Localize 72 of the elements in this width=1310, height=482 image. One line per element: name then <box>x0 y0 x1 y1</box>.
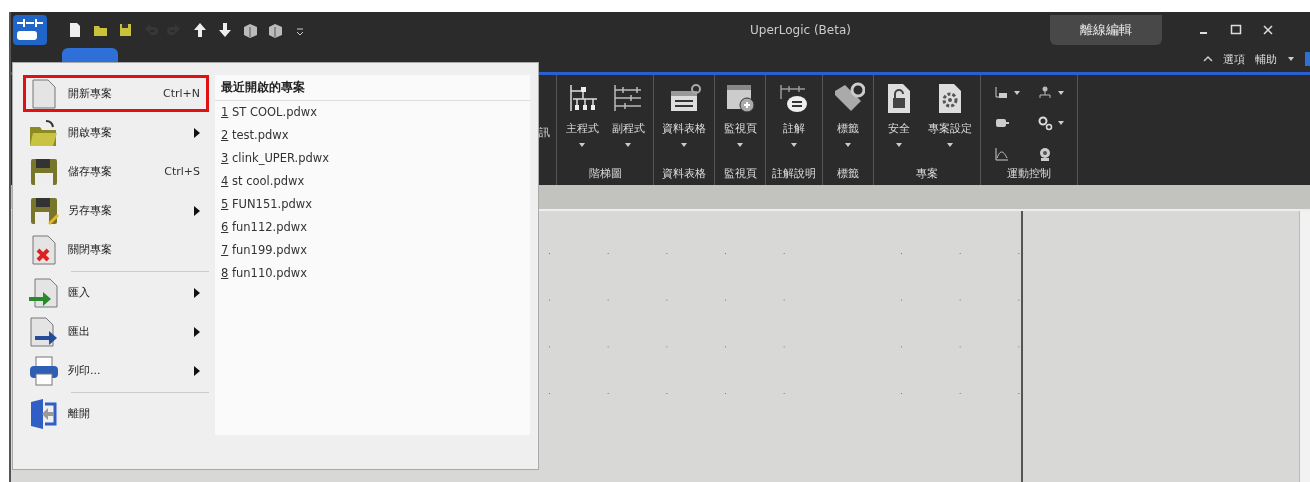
upload-icon[interactable] <box>242 21 258 39</box>
scrollbar[interactable] <box>1299 211 1310 482</box>
group-label: 專案 <box>916 166 938 181</box>
recent-file[interactable]: 7 fun199.pdwx <box>215 239 530 262</box>
recent-file[interactable]: 4 st cool.pdwx <box>215 170 530 193</box>
ribbon-button[interactable]: 註解 <box>775 81 813 166</box>
group-label: 階梯圖 <box>588 166 622 181</box>
download-icon[interactable] <box>267 21 283 39</box>
ribbon-button[interactable]: 副程式 <box>609 81 647 166</box>
close-icon[interactable] <box>1262 24 1274 36</box>
help-menu[interactable]: 輔助 <box>1255 51 1277 67</box>
submenu-arrow-icon <box>193 365 200 376</box>
exit-file-icon <box>28 397 60 430</box>
caret-icon <box>895 142 903 148</box>
servo-icon <box>1037 145 1053 162</box>
group-label: 資料表格 <box>662 166 706 181</box>
caret-icon <box>790 142 798 148</box>
mode-badge: 離線編輯 <box>1050 15 1162 45</box>
chart-icon <box>993 145 1009 162</box>
print-file-icon <box>28 354 60 387</box>
caret-icon <box>680 142 688 148</box>
import-file-icon <box>28 276 60 309</box>
window-title: UperLogic (Beta) <box>750 23 852 37</box>
caret-icon <box>736 142 744 148</box>
group-label: 運動控制 <box>1007 166 1051 181</box>
caret-icon[interactable] <box>1287 56 1295 62</box>
submenu-arrow-icon <box>193 287 200 298</box>
submenu-arrow-icon <box>193 127 200 138</box>
menu-item[interactable]: 匯出 <box>23 313 209 350</box>
submenu-arrow-icon <box>193 205 200 216</box>
caret-icon <box>946 142 954 148</box>
menu-item[interactable]: 關閉專案 <box>23 231 209 268</box>
ribbon-button[interactable]: 訊 <box>539 125 550 140</box>
new-icon[interactable] <box>67 21 83 39</box>
ribbon-button[interactable]: 主程式 <box>563 81 601 166</box>
menu-item[interactable]: 匯入 <box>23 274 209 311</box>
caret-icon <box>1057 90 1065 97</box>
recent-title: 最近開啟的專案 <box>215 75 530 101</box>
ribbon-button[interactable]: 安全 <box>880 81 918 166</box>
ribbon-button[interactable]: 資料表格 <box>660 81 708 166</box>
caret-icon <box>578 142 586 148</box>
options-menu[interactable]: 選項 <box>1223 51 1245 67</box>
maximize-icon[interactable] <box>1230 24 1242 36</box>
down-icon[interactable] <box>217 21 233 39</box>
menu-item[interactable]: 開啟專案 <box>23 114 209 151</box>
gears-icon <box>1037 115 1053 132</box>
caret-icon <box>1013 90 1021 97</box>
recent-file[interactable]: 3 clink_UPER.pdwx <box>215 147 530 170</box>
recent-file[interactable]: 2 test.pdwx <box>215 124 530 147</box>
app-logo-icon[interactable] <box>11 12 49 48</box>
menu-item[interactable]: 開新專案 Ctrl+N <box>23 75 209 112</box>
up-icon[interactable] <box>192 21 208 39</box>
caret-icon <box>1057 120 1065 127</box>
submenu-arrow-icon <box>193 326 200 337</box>
menu-item[interactable]: 列印... <box>23 352 209 389</box>
ribbon-button[interactable]: 標籤 <box>829 81 867 166</box>
caret-icon <box>624 142 632 148</box>
menu-item[interactable]: 離開 <box>23 395 209 432</box>
caret-icon <box>844 142 852 148</box>
ribbon-button[interactable]: 專案設定 <box>926 81 974 166</box>
group-label: 標籤 <box>837 166 859 181</box>
recent-file[interactable]: 8 fun110.pdwx <box>215 262 530 285</box>
recent-file[interactable]: 6 fun112.pdwx <box>215 216 530 239</box>
menu-item[interactable]: 儲存專案 Ctrl+S <box>23 153 209 190</box>
group-label: 監視頁 <box>723 166 757 181</box>
recent-file[interactable]: 5 FUN151.pdwx <box>215 193 530 216</box>
menu-item[interactable]: 另存專案 <box>23 192 209 229</box>
recent-file[interactable]: 1 ST COOL.pdwx <box>215 101 530 124</box>
save-icon[interactable] <box>117 21 133 39</box>
collapse-ribbon-icon[interactable] <box>1203 55 1213 63</box>
ribbon-button[interactable]: 監視頁 <box>721 81 759 166</box>
group-label: 註解說明 <box>772 166 816 181</box>
